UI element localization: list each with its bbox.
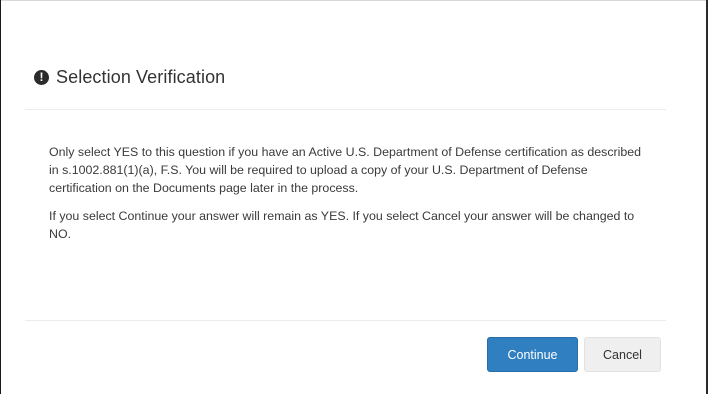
- cancel-button[interactable]: Cancel: [584, 337, 661, 372]
- modal-dialog: ! Selection Verification Only select YES…: [1, 1, 705, 394]
- modal-header: ! Selection Verification: [34, 63, 225, 91]
- continue-button[interactable]: Continue: [487, 337, 578, 372]
- exclamation-circle-icon: !: [34, 69, 49, 85]
- modal-title: Selection Verification: [56, 66, 226, 87]
- verification-message: Only select YES to this question if you …: [49, 145, 642, 195]
- header-divider: [25, 109, 666, 110]
- consequence-message: If you select Continue your answer will …: [49, 209, 635, 241]
- modal-body: Only select YES to this question if you …: [49, 143, 649, 253]
- footer-divider: [25, 320, 666, 321]
